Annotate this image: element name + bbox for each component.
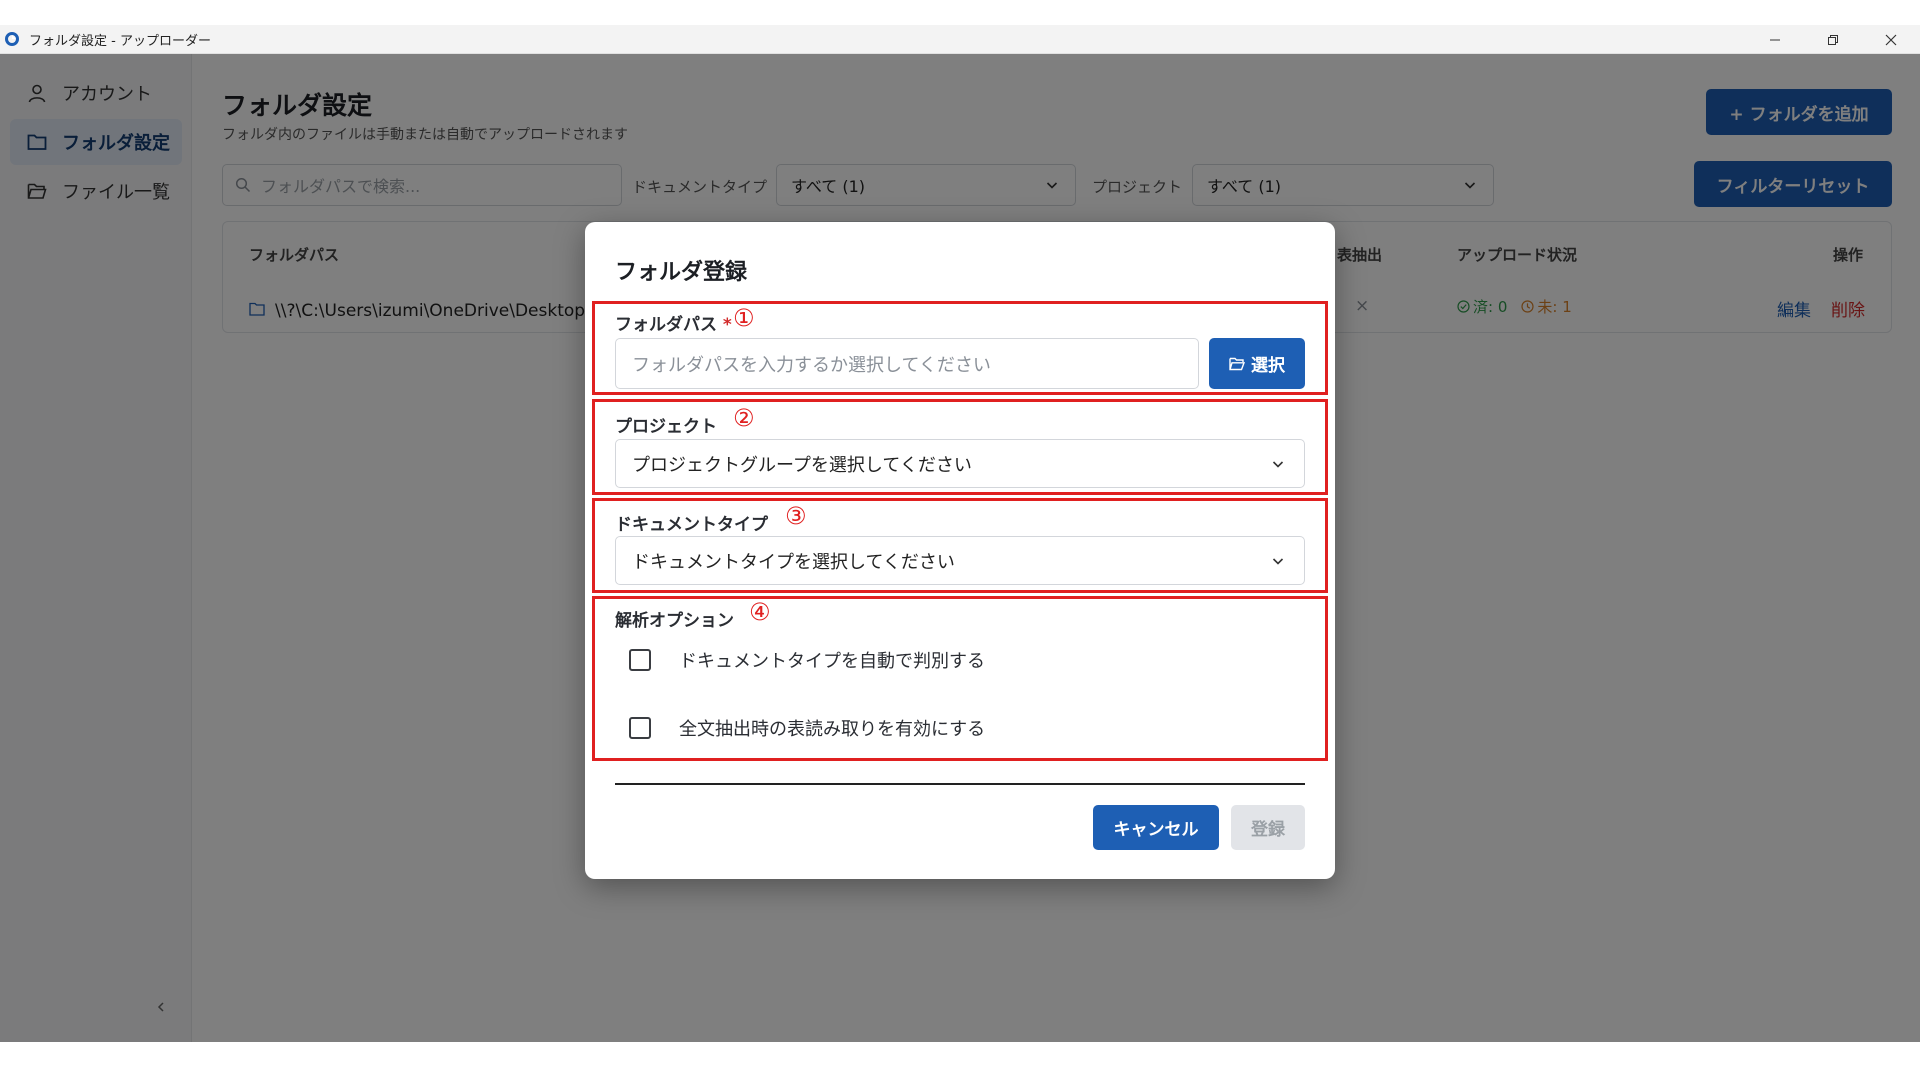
minimize-button[interactable] [1746,25,1804,54]
window-controls [1746,25,1920,54]
option-auto-detect-label: ドキュメントタイプを自動で判別する [679,651,985,672]
auto-detect-checkbox[interactable] [629,649,651,671]
chevron-down-icon [1268,454,1288,474]
annotation-number-3: ③ [785,502,807,530]
doctype-label: ドキュメントタイプ [615,515,768,535]
folder-path-label-text: フォルダパス [615,315,717,335]
chevron-down-icon [1268,551,1288,571]
restore-icon [1828,34,1838,45]
folder-path-placeholder: フォルダパスを入力するか選択してください [632,354,991,376]
window-titlebar: フォルダ設定 - アップローダー [0,25,1920,54]
select-folder-button[interactable]: 選択 [1209,338,1305,389]
restore-button[interactable] [1804,25,1862,54]
dialog-title: フォルダ登録 [615,260,748,285]
app-logo-icon [5,31,21,47]
dialog-divider [615,783,1305,785]
project-label: プロジェクト [615,417,717,437]
minimize-icon [1770,39,1780,40]
bottom-margin [0,1042,1920,1080]
close-icon [1885,34,1897,45]
folder-register-dialog: フォルダ登録 フォルダパス * ① フォルダパスを入力するか選択してください 選… [585,222,1335,879]
close-button[interactable] [1862,25,1920,54]
folder-path-input[interactable]: フォルダパスを入力するか選択してください [615,338,1199,389]
annotation-number-2: ② [733,404,755,432]
project-select[interactable]: プロジェクトグループを選択してください [615,439,1305,488]
project-select-placeholder: プロジェクトグループを選択してください [632,454,972,476]
table-read-checkbox[interactable] [629,717,651,739]
option-table-read-label: 全文抽出時の表読み取りを有効にする [679,719,986,740]
option-table-read[interactable]: 全文抽出時の表読み取りを有効にする [629,715,985,741]
top-margin [0,0,1920,25]
register-button[interactable]: 登録 [1231,805,1305,850]
annotation-number-1: ① [733,304,755,332]
doctype-select-placeholder: ドキュメントタイプを選択してください [632,551,955,573]
analysis-options-label: 解析オプション [615,611,734,631]
doctype-select[interactable]: ドキュメントタイプを選択してください [615,536,1305,585]
required-mark: * [722,315,732,335]
select-folder-label: 選択 [1251,356,1285,376]
annotation-number-4: ④ [749,598,771,626]
folder-path-label: フォルダパス * [615,310,732,335]
folder-open-icon [1229,357,1245,370]
option-auto-detect[interactable]: ドキュメントタイプを自動で判別する [629,647,985,673]
cancel-button[interactable]: キャンセル [1093,805,1219,850]
window-title: フォルダ設定 - アップローダー [29,33,211,49]
